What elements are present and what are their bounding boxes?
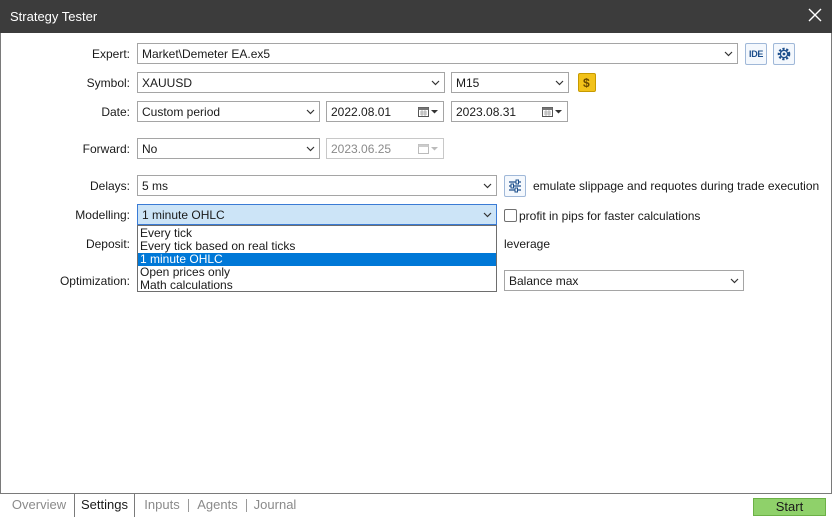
ide-icon: IDE: [749, 49, 764, 59]
delays-settings-button[interactable]: [504, 175, 526, 197]
forward-value: No: [142, 142, 158, 156]
delays-select[interactable]: 5 ms: [137, 175, 497, 196]
forward-date-picker: 2023.06.25: [326, 138, 444, 159]
calendar-icon: [542, 107, 553, 117]
calendar-icon: [418, 144, 429, 154]
date-label: Date:: [101, 105, 130, 119]
tab-journal[interactable]: Journal: [250, 494, 300, 517]
profit-in-pips-label: profit in pips for faster calculations: [519, 209, 701, 223]
chevron-down-icon: [555, 110, 562, 114]
dollar-icon: $: [583, 76, 590, 90]
date-from-picker[interactable]: 2022.08.01: [326, 101, 444, 122]
chevron-down-icon: [483, 183, 492, 189]
chevron-down-icon: [306, 109, 315, 115]
start-button[interactable]: Start: [753, 498, 826, 516]
date-to-picker[interactable]: 2023.08.31: [451, 101, 568, 122]
modelling-value: 1 minute OHLC: [142, 208, 225, 222]
symbol-value: XAUUSD: [142, 76, 193, 90]
chevron-down-icon: [555, 80, 564, 86]
modelling-dropdown-list: Every tick Every tick based on real tick…: [137, 225, 497, 292]
deposit-label: Deposit:: [85, 237, 130, 251]
modelling-option-math[interactable]: Math calculations: [138, 279, 496, 292]
tab-agents[interactable]: Agents: [192, 494, 243, 517]
chevron-down-icon: [483, 212, 492, 218]
tab-separator: [246, 499, 247, 512]
modelling-label: Modelling:: [75, 208, 130, 222]
date-to-value: 2023.08.31: [456, 105, 517, 119]
optimization-criterion-value: Balance max: [509, 274, 579, 288]
expert-select[interactable]: Market\Demeter EA.ex5: [137, 43, 738, 64]
svg-text:$: $: [583, 76, 590, 90]
chevron-down-icon: [431, 80, 440, 86]
close-icon[interactable]: [808, 7, 822, 23]
calendar-icon: [418, 107, 429, 117]
chevron-down-icon: [724, 51, 733, 57]
chevron-down-icon: [730, 278, 739, 284]
tab-overview[interactable]: Overview: [4, 494, 74, 517]
chevron-down-icon: [431, 110, 438, 114]
delays-label: Delays:: [89, 179, 130, 193]
sliders-icon: [509, 179, 521, 193]
tab-separator: [188, 499, 189, 512]
bottom-tab-bar: Overview Settings Inputs Agents Journal …: [0, 493, 832, 517]
tab-inputs[interactable]: Inputs: [138, 494, 186, 517]
gear-icon: [777, 47, 791, 61]
profit-in-pips-checkbox[interactable]: [504, 209, 517, 222]
ide-button[interactable]: IDE: [745, 43, 767, 65]
forward-date-value: 2023.06.25: [331, 142, 392, 156]
symbol-select[interactable]: XAUUSD: [137, 72, 445, 93]
expert-label: Expert:: [91, 47, 130, 61]
date-from-value: 2022.08.01: [331, 105, 392, 119]
modelling-select[interactable]: 1 minute OHLC: [137, 204, 497, 225]
window-title: Strategy Tester: [10, 9, 98, 24]
expert-properties-button[interactable]: [773, 43, 795, 65]
leverage-label: leverage: [504, 237, 551, 251]
title-bar: Strategy Tester: [0, 0, 832, 33]
forward-label: Forward:: [82, 142, 130, 156]
optimization-label: Optimization:: [59, 274, 130, 288]
tab-settings[interactable]: Settings: [74, 494, 135, 517]
chevron-down-icon: [431, 147, 438, 151]
optimization-criterion-select[interactable]: Balance max: [504, 270, 744, 291]
forward-select[interactable]: No: [137, 138, 320, 159]
expert-value: Market\Demeter EA.ex5: [142, 47, 271, 61]
symbol-properties-button[interactable]: $: [578, 73, 596, 92]
chevron-down-icon: [306, 146, 315, 152]
timeframe-select[interactable]: M15: [451, 72, 569, 93]
date-period-select[interactable]: Custom period: [137, 101, 320, 122]
delays-value: 5 ms: [142, 179, 169, 193]
delays-note: emulate slippage and requotes during tra…: [533, 179, 820, 193]
symbol-label: Symbol:: [86, 76, 130, 90]
date-period-value: Custom period: [142, 105, 221, 119]
timeframe-value: M15: [456, 76, 480, 90]
